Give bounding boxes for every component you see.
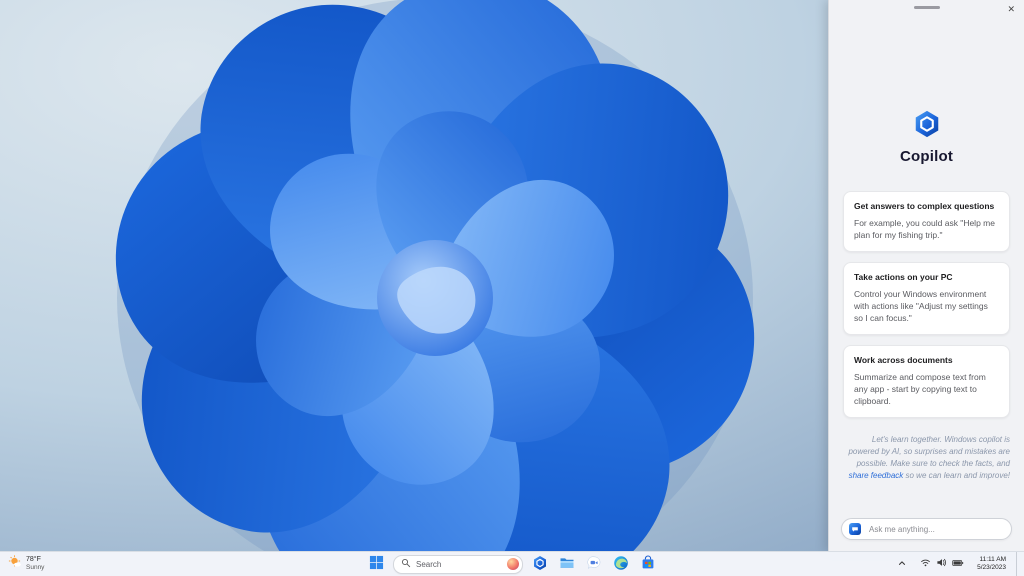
search-label: Search: [416, 559, 442, 569]
suggestion-card-documents[interactable]: Work across documents Summarize and comp…: [843, 344, 1010, 418]
panel-drag-handle[interactable]: [913, 6, 940, 9]
screen: ✕ Copilot Get answers to complex questio…: [0, 0, 1024, 576]
share-feedback-link[interactable]: share feedback: [849, 471, 904, 480]
suggestion-cards: Get answers to complex questions For exa…: [843, 191, 1010, 418]
suggestion-card-actions[interactable]: Take actions on your PC Control your Win…: [843, 261, 1010, 335]
speaker-icon: [936, 555, 947, 573]
system-tray: 11:11 AM 5/23/2023: [894, 552, 1021, 576]
weather-temperature: 78°F: [26, 555, 41, 563]
bing-daily-icon: [507, 558, 519, 570]
chat-icon: [586, 555, 602, 574]
taskbar-edge-button[interactable]: [611, 554, 631, 574]
copilot-icon: [532, 555, 548, 574]
edge-icon: [613, 555, 629, 574]
clock[interactable]: 11:11 AM 5/23/2023: [974, 554, 1009, 575]
ask-input[interactable]: [867, 523, 1004, 535]
tray-overflow-button[interactable]: [894, 553, 910, 575]
disclaimer-after: so we can learn and improve!: [903, 470, 1010, 480]
chevron-up-icon: [897, 555, 907, 573]
suggestion-card-answers[interactable]: Get answers to complex questions For exa…: [843, 191, 1010, 252]
card-body: Summarize and compose text from any app …: [854, 371, 986, 407]
taskbar-store-button[interactable]: [638, 554, 658, 574]
windows-logo-icon: [369, 555, 384, 573]
card-body: For example, you could ask "Help me plan…: [854, 218, 995, 241]
battery-icon: [952, 555, 964, 573]
taskbar-copilot-button[interactable]: [530, 554, 550, 574]
weather-text: 78°F Sunny: [26, 556, 44, 573]
taskbar: 78°F Sunny Search 11:11 AM 5/23/2023: [0, 551, 1024, 576]
copilot-chat-icon: [849, 523, 861, 535]
copilot-panel: ✕ Copilot Get answers to complex questio…: [828, 0, 1024, 552]
panel-title: Copilot: [899, 148, 954, 165]
card-title: Take actions on your PC: [854, 271, 953, 282]
show-desktop-button[interactable]: [1016, 552, 1021, 576]
weather-widget[interactable]: 78°F Sunny: [0, 552, 52, 576]
clock-time: 11:11 AM: [979, 555, 1007, 563]
wifi-icon: [920, 555, 931, 573]
disclaimer-text: Let's learn together. Windows copilot is…: [843, 434, 1010, 482]
weather-condition: Sunny: [26, 564, 45, 572]
clock-date: 5/23/2023: [977, 564, 1006, 571]
disclaimer-before: Let's learn together. Windows copilot is…: [848, 434, 1010, 468]
card-title: Work across documents: [854, 354, 953, 365]
sun-icon: [8, 554, 22, 574]
start-button[interactable]: [366, 554, 386, 574]
taskbar-file-explorer-button[interactable]: [557, 554, 577, 574]
file-explorer-icon: [559, 555, 575, 574]
magnifier-icon: [401, 555, 411, 573]
ask-input-container: [841, 518, 1012, 540]
taskbar-chat-button[interactable]: [584, 554, 604, 574]
taskbar-center: Search: [366, 552, 658, 576]
quick-settings-button[interactable]: [917, 553, 967, 575]
close-icon[interactable]: ✕: [1005, 3, 1017, 16]
taskbar-search[interactable]: Search: [393, 554, 523, 574]
card-title: Get answers to complex questions: [854, 201, 995, 211]
copilot-logo-icon: [829, 109, 1024, 139]
card-body: Control your Windows environment with ac…: [854, 288, 988, 324]
microsoft-store-icon: [640, 555, 656, 574]
